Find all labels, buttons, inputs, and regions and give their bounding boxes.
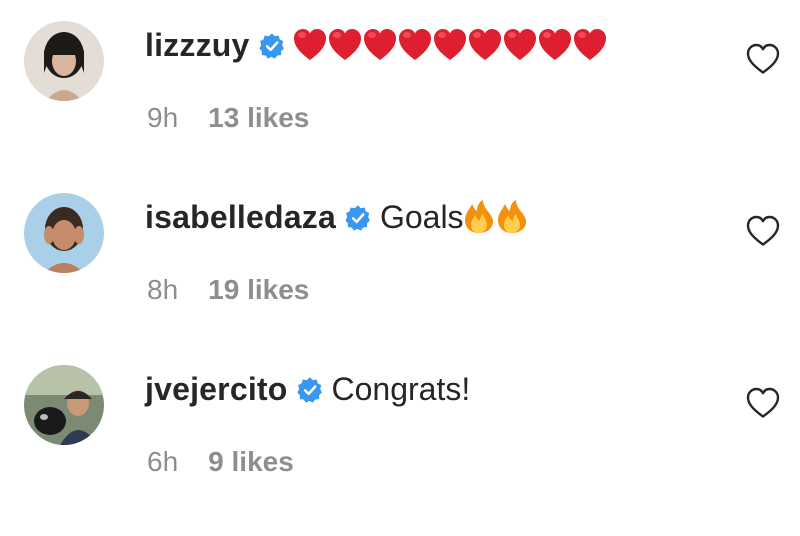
comment-meta: 8h 19 likes — [147, 270, 309, 310]
timestamp[interactable]: 8h — [147, 274, 178, 306]
avatar[interactable] — [24, 193, 104, 273]
comment-text: Goals — [379, 198, 464, 235]
heart-emoji-row — [293, 28, 608, 62]
comment-line: jvejercito Congrats! — [145, 364, 470, 414]
username[interactable]: jvejercito — [145, 371, 288, 408]
verified-badge-icon — [296, 375, 324, 403]
username[interactable]: isabelledaza — [145, 199, 336, 236]
comment-meta: 6h 9 likes — [147, 442, 294, 482]
timestamp[interactable]: 9h — [147, 102, 178, 134]
avatar[interactable] — [24, 365, 104, 445]
avatar[interactable] — [24, 21, 104, 101]
verified-badge-icon — [344, 203, 372, 231]
username[interactable]: lizzzuy — [145, 27, 250, 64]
like-heart-icon[interactable] — [745, 42, 781, 76]
likes-count[interactable]: 19 likes — [208, 274, 309, 306]
comment-item: lizzzuy 9h 13 likes — [0, 0, 800, 160]
comment-line: isabelledaza Goals — [145, 192, 528, 242]
comment-text: Congrats! — [331, 370, 471, 407]
like-heart-icon[interactable] — [745, 214, 781, 248]
comment-meta: 9h 13 likes — [147, 98, 309, 138]
comment-line: lizzzuy — [145, 20, 608, 70]
comment-item: isabelledaza Goals 8h 19 likes — [0, 172, 800, 332]
comment-item: jvejercito Congrats! 6h 9 likes — [0, 344, 800, 504]
verified-badge-icon — [258, 31, 286, 59]
fire-emoji-row — [464, 200, 528, 234]
like-heart-icon[interactable] — [745, 386, 781, 420]
likes-count[interactable]: 13 likes — [208, 102, 309, 134]
timestamp[interactable]: 6h — [147, 446, 178, 478]
likes-count[interactable]: 9 likes — [208, 446, 294, 478]
